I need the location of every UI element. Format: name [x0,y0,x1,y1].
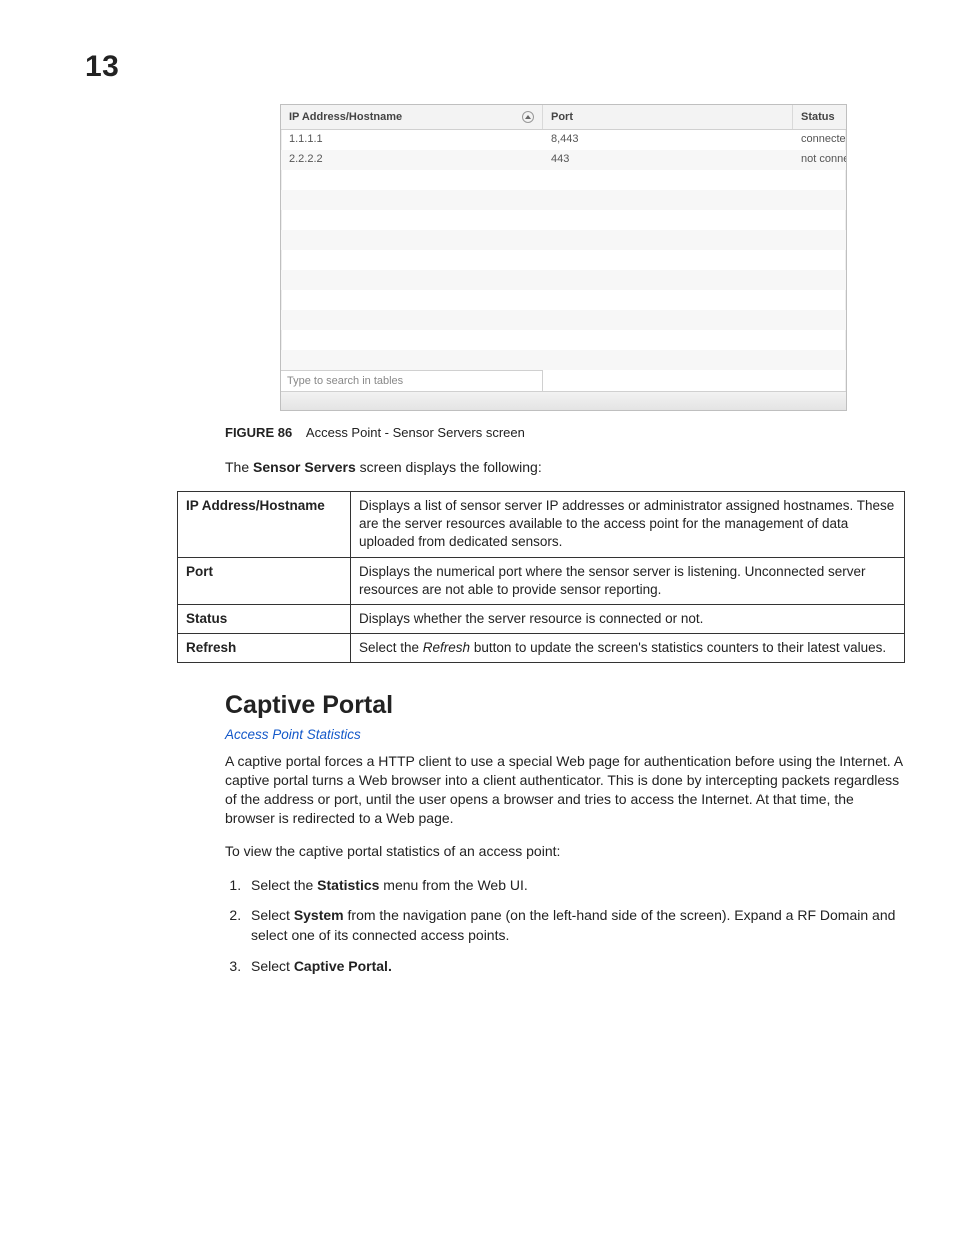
sort-ascending-icon[interactable] [522,111,534,123]
table-row[interactable]: 1.1.1.18,443connected [281,130,846,150]
col-header-port[interactable]: Port [543,105,793,129]
intro-post: screen displays the following: [356,459,542,475]
section-body: A captive portal forces a HTTP client to… [225,752,905,828]
col-header-ip-label: IP Address/Hostname [289,111,402,123]
figure-caption: FIGURE 86 Access Point - Sensor Servers … [225,425,905,440]
step-3: Select Captive Portal. [245,956,905,976]
col-header-port-label: Port [551,111,573,123]
table-row-empty [281,330,846,350]
intro-paragraph: The Sensor Servers screen displays the f… [225,458,905,477]
table-search-input[interactable]: Type to search in tables [281,370,543,391]
figure-label: FIGURE 86 [225,425,292,440]
table-row[interactable]: 2.2.2.2443not connected [281,150,846,170]
def-row: IP Address/HostnameDisplays a list of se… [178,491,905,557]
def-term: Port [178,557,351,604]
table-row-empty [281,210,846,230]
step-2-pre: Select [251,907,294,923]
cell-status: connected [793,130,846,150]
col-header-status[interactable]: Status [793,105,846,129]
def-desc: Select the Refresh button to update the … [351,634,905,663]
steps-list: Select the Statistics menu from the Web … [225,875,905,976]
intro-bold: Sensor Servers [253,459,356,475]
table-row-empty [281,190,846,210]
step-1-bold: Statistics [317,877,379,893]
col-header-status-label: Status [801,111,835,123]
def-term: Status [178,604,351,633]
step-1-pre: Select the [251,877,317,893]
step-3-bold: Captive Portal. [294,958,392,974]
figure-caption-text: Access Point - Sensor Servers screen [306,425,525,440]
def-term: IP Address/Hostname [178,491,351,557]
field-description-table: IP Address/HostnameDisplays a list of se… [177,491,905,664]
table-row-empty [281,170,846,190]
chapter-number: 13 [85,50,894,84]
step-2: Select System from the navigation pane (… [245,905,905,946]
horizontal-scrollbar[interactable] [281,391,846,410]
screenshot-footer: Type to search in tables [281,370,846,391]
table-row-empty [281,350,846,370]
step-2-bold: System [294,907,344,923]
screenshot-body: 1.1.1.18,443connected2.2.2.2443not conne… [281,130,846,370]
step-1: Select the Statistics menu from the Web … [245,875,905,895]
def-desc: Displays the numerical port where the se… [351,557,905,604]
section-heading: Captive Portal [225,691,905,720]
table-row-empty [281,270,846,290]
cell-status: not connected [793,150,846,170]
col-header-ip[interactable]: IP Address/Hostname [281,105,543,129]
cell-port: 443 [543,150,793,170]
breadcrumb-link[interactable]: Access Point Statistics [225,727,361,742]
sensor-servers-screenshot: IP Address/Hostname Port Status 1.1.1.18… [280,104,847,411]
cell-port: 8,443 [543,130,793,150]
table-row-empty [281,290,846,310]
cell-ip: 1.1.1.1 [281,130,543,150]
table-row-empty [281,310,846,330]
def-desc: Displays whether the server resource is … [351,604,905,633]
def-term: Refresh [178,634,351,663]
table-row-empty [281,230,846,250]
step-3-pre: Select [251,958,294,974]
intro-pre: The [225,459,253,475]
screenshot-header-row: IP Address/Hostname Port Status [281,105,846,130]
def-desc: Displays a list of sensor server IP addr… [351,491,905,557]
table-row-empty [281,250,846,270]
def-row: StatusDisplays whether the server resour… [178,604,905,633]
def-row: PortDisplays the numerical port where th… [178,557,905,604]
cell-ip: 2.2.2.2 [281,150,543,170]
step-2-post: from the navigation pane (on the left-ha… [251,907,895,943]
def-row: RefreshSelect the Refresh button to upda… [178,634,905,663]
steps-lead: To view the captive portal statistics of… [225,842,905,861]
step-1-post: menu from the Web UI. [379,877,527,893]
